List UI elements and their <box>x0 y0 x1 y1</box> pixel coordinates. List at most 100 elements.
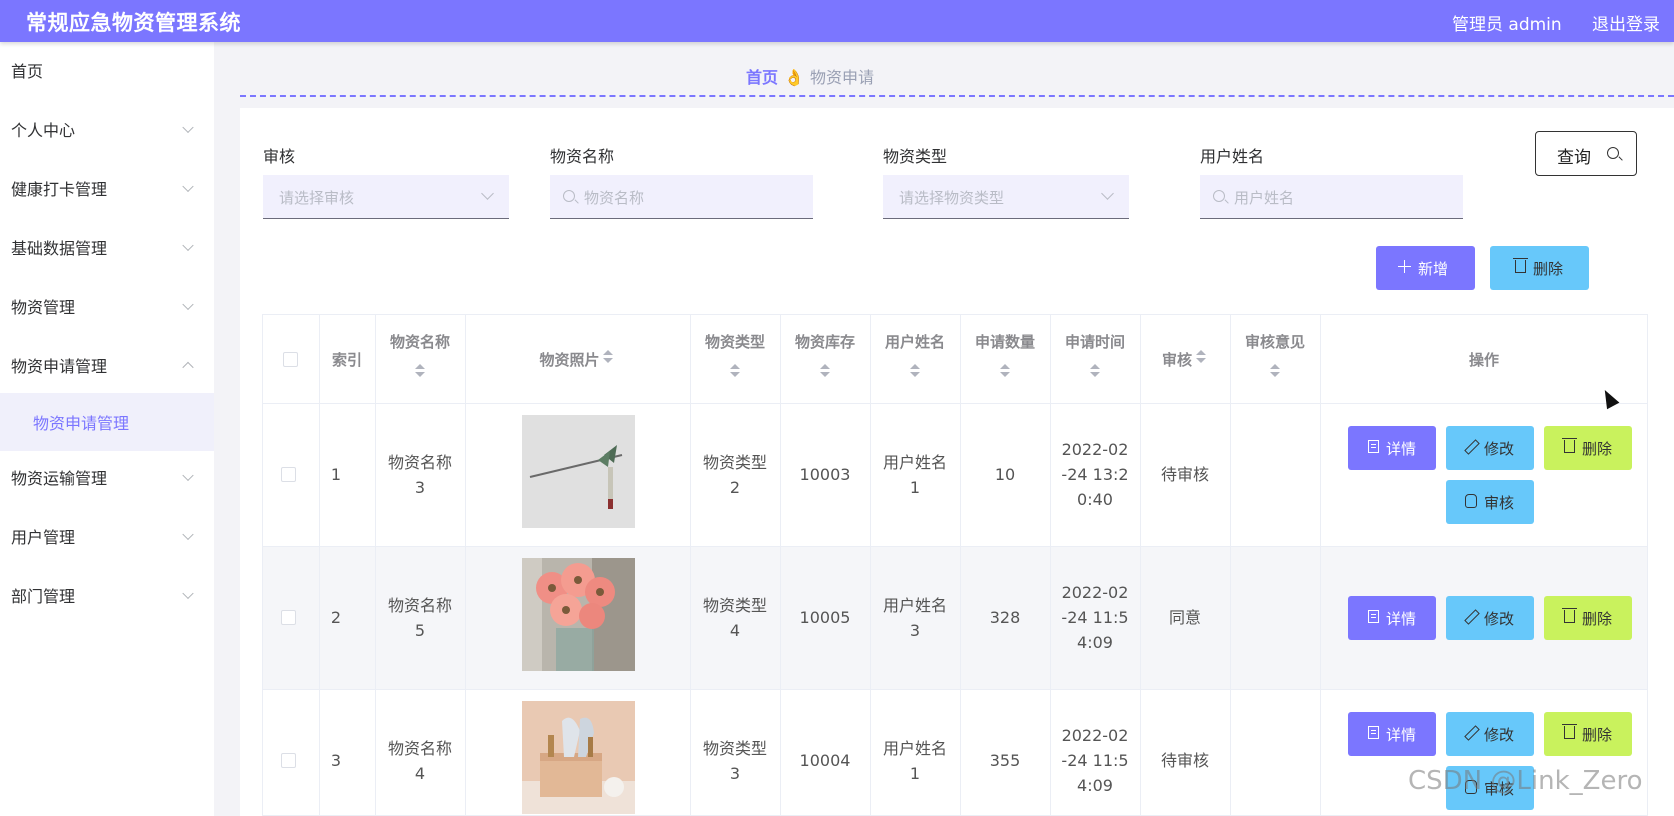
material-type-select[interactable]: 请选择物资类型 <box>883 175 1129 219</box>
col-header-request-time[interactable]: 申请时间 <box>1050 314 1140 402</box>
document-icon <box>1368 726 1379 739</box>
col-header-audit[interactable]: 审核 <box>1140 314 1230 402</box>
row-checkbox[interactable] <box>281 610 296 625</box>
sidebar-item-departments[interactable]: 部门管理 <box>0 567 214 623</box>
col-header-stock[interactable]: 物资库存 <box>780 314 870 402</box>
chevron-down-icon <box>182 528 194 541</box>
cell-material-type: 物资类型 3 <box>702 739 767 783</box>
sidebar-item-label: 物资运输管理 <box>11 469 108 488</box>
sort-icon[interactable] <box>730 364 740 378</box>
material-photo[interactable] <box>522 558 635 671</box>
add-button[interactable]: 新增 <box>1376 246 1475 290</box>
type-filter-label: 物资类型 <box>883 147 948 166</box>
watermark: CSDN @Link_Zero <box>1408 766 1643 796</box>
sidebar-subitem-material-request[interactable]: 物资申请管理 <box>0 393 214 451</box>
breadcrumb: 首页 👌 物资申请 <box>746 64 874 88</box>
material-photo[interactable] <box>522 415 635 528</box>
app-title: 常规应急物资管理系统 <box>26 11 241 35</box>
chevron-down-icon <box>182 469 194 482</box>
trash-icon <box>1562 608 1577 623</box>
cell-audit-status: 待审核 <box>1160 751 1209 770</box>
sidebar: 首页 个人中心 健康打卡管理 基础数据管理 物资管理 物资申请管理 物资申请管理… <box>0 42 214 816</box>
edit-icon <box>1464 726 1477 739</box>
sidebar-item-label: 健康打卡管理 <box>11 180 108 199</box>
cell-audit-status: 待审核 <box>1160 465 1209 484</box>
cell-user-name: 用户姓名 3 <box>882 596 947 640</box>
logout-link[interactable]: 退出登录 <box>1592 10 1660 35</box>
select-all-checkbox[interactable] <box>283 352 298 367</box>
sidebar-item-personal-center[interactable]: 个人中心 <box>0 101 214 157</box>
sort-icon[interactable] <box>820 364 830 378</box>
breadcrumb-home[interactable]: 首页 <box>746 68 778 87</box>
chevron-down-icon <box>481 187 494 200</box>
cell-material-name: 物资名称 4 <box>387 739 452 783</box>
sidebar-item-users[interactable]: 用户管理 <box>0 508 214 564</box>
chevron-down-icon <box>182 239 194 252</box>
sidebar-subitem-label: 物资申请管理 <box>33 414 130 433</box>
user-filter-label: 用户姓名 <box>1200 147 1265 166</box>
ok-hand-icon: 👌 <box>784 68 804 87</box>
cell-audit-status: 同意 <box>1168 608 1201 627</box>
user-name-placeholder: 用户姓名 <box>1234 189 1295 207</box>
delete-button[interactable]: 删除 <box>1544 712 1632 756</box>
sidebar-item-health-checkin[interactable]: 健康打卡管理 <box>0 160 214 216</box>
sort-icon[interactable] <box>910 364 920 378</box>
edit-button[interactable]: 修改 <box>1446 712 1534 756</box>
sort-icon[interactable] <box>1090 364 1100 378</box>
col-header-material-name[interactable]: 物资名称 <box>375 314 465 402</box>
sidebar-item-transport[interactable]: 物资运输管理 <box>0 449 214 505</box>
row-checkbox[interactable] <box>281 753 296 768</box>
delete-button[interactable]: 删除 <box>1544 596 1632 640</box>
col-header-material-photo[interactable]: 物资照片 <box>465 314 690 402</box>
sort-icon[interactable] <box>1000 364 1010 378</box>
col-header-user-name[interactable]: 用户姓名 <box>870 314 960 402</box>
detail-button[interactable]: 详情 <box>1348 712 1436 756</box>
document-icon <box>1368 610 1379 623</box>
chevron-down-icon <box>182 180 194 193</box>
col-header-audit-opinion[interactable]: 审核意见 <box>1230 314 1320 402</box>
sidebar-item-label: 部门管理 <box>11 587 76 606</box>
sort-icon[interactable] <box>415 364 425 378</box>
sort-icon[interactable] <box>603 350 613 364</box>
bulk-delete-label: 删除 <box>1533 260 1564 278</box>
chevron-down-icon <box>1101 187 1114 200</box>
col-header-index: 索引 <box>331 351 362 369</box>
cell-material-type: 物资类型 4 <box>702 596 767 640</box>
col-header-material-type[interactable]: 物资类型 <box>690 314 780 402</box>
bulk-delete-button[interactable]: 删除 <box>1490 246 1589 290</box>
search-icon <box>563 190 575 202</box>
plus-icon <box>1398 260 1411 273</box>
material-photo[interactable] <box>522 701 635 814</box>
audit-select[interactable]: 请选择审核 <box>263 175 509 219</box>
trash-icon <box>1562 724 1577 739</box>
edit-icon <box>1464 610 1477 623</box>
cell-request-time: 2022-02 -24 11:5 4:09 <box>1061 583 1129 652</box>
query-button[interactable]: 查询 <box>1535 131 1637 176</box>
admin-user-label: 管理员 admin <box>1452 15 1562 35</box>
document-icon <box>1368 440 1379 453</box>
delete-button[interactable]: 删除 <box>1544 426 1632 470</box>
sort-icon[interactable] <box>1196 350 1206 364</box>
sidebar-item-label: 个人中心 <box>11 121 76 140</box>
sidebar-item-home[interactable]: 首页 <box>0 42 214 98</box>
sidebar-item-base-data[interactable]: 基础数据管理 <box>0 219 214 275</box>
sort-icon[interactable] <box>1270 364 1280 378</box>
cell-request-time: 2022-02 -24 11:5 4:09 <box>1061 726 1129 795</box>
cell-material-name: 物资名称 5 <box>387 596 452 640</box>
sidebar-item-material-request[interactable]: 物资申请管理 <box>0 337 214 393</box>
audit-button[interactable]: 审核 <box>1446 480 1534 524</box>
edit-icon <box>1464 440 1477 453</box>
trash-icon <box>1513 258 1528 273</box>
sidebar-item-label: 首页 <box>11 62 44 81</box>
detail-button[interactable]: 详情 <box>1348 426 1436 470</box>
sidebar-item-materials[interactable]: 物资管理 <box>0 278 214 334</box>
edit-button[interactable]: 修改 <box>1446 596 1534 640</box>
edit-button[interactable]: 修改 <box>1446 426 1534 470</box>
col-header-request-qty[interactable]: 申请数量 <box>960 314 1050 402</box>
top-bar: 常规应急物资管理系统 管理员 admin 退出登录 <box>0 0 1674 42</box>
row-checkbox[interactable] <box>281 467 296 482</box>
detail-button[interactable]: 详情 <box>1348 596 1436 640</box>
user-name-input[interactable]: 用户姓名 <box>1200 175 1463 219</box>
chevron-down-icon <box>182 587 194 600</box>
material-name-input[interactable]: 物资名称 <box>550 175 813 219</box>
